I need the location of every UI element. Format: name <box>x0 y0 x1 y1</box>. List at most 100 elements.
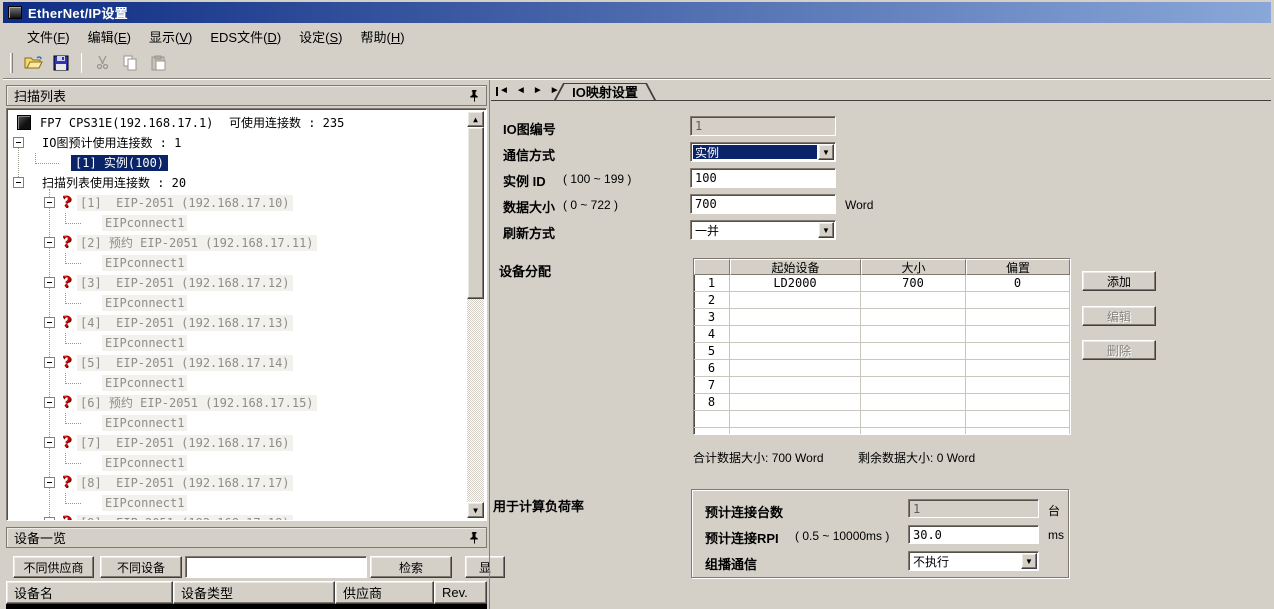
device-table-column-header[interactable]: Rev. <box>434 581 487 604</box>
scrollbar-thumb[interactable] <box>467 127 484 299</box>
dropdown-arrow-button[interactable]: ▼ <box>1021 553 1037 569</box>
alloc-column-header[interactable]: 偏置 <box>966 259 1070 275</box>
show-button-clipped[interactable]: 显 <box>465 556 505 578</box>
collapse-expander-icon[interactable] <box>44 237 55 248</box>
collapse-expander-icon[interactable] <box>44 357 55 368</box>
tab-scroll-next-button[interactable]: ► <box>533 86 543 96</box>
alloc-cell[interactable]: 3 <box>694 309 730 326</box>
alloc-cell[interactable] <box>861 428 966 435</box>
refresh-method-select[interactable]: 一并 ▼ <box>690 220 836 240</box>
device-table-column-header[interactable]: 设备名 <box>6 581 173 604</box>
search-button[interactable]: 检索 <box>370 556 452 578</box>
alloc-cell[interactable]: 1 <box>694 275 730 292</box>
menu-item-file[interactable]: 文件(F) <box>18 25 79 48</box>
scan-list-tree[interactable]: FP7 CPS31E(192.168.17.1)可使用连接数 : 235IO图预… <box>6 108 487 521</box>
alloc-table-row[interactable]: 6 <box>694 360 1070 377</box>
alloc-cell[interactable]: 0 <box>966 275 1070 292</box>
alloc-cell[interactable] <box>730 428 861 435</box>
dropdown-arrow-button[interactable]: ▼ <box>818 144 834 160</box>
collapse-expander-icon[interactable] <box>44 437 55 448</box>
scrollbar-up-button[interactable]: ▲ <box>467 111 484 127</box>
tab-io-mapping[interactable]: IO映射设置 <box>554 83 656 100</box>
tree-node-device[interactable]: [1] EIP-2051 (192.168.17.10) <box>77 195 293 211</box>
device-table-column-header[interactable]: 供应商 <box>335 581 434 604</box>
tree-node-connection[interactable]: EIPconnect1 <box>102 415 187 431</box>
alloc-table-row[interactable]: 3 <box>694 309 1070 326</box>
alloc-cell[interactable] <box>730 394 861 411</box>
tree-node-device[interactable]: [5] EIP-2051 (192.168.17.14) <box>77 355 293 371</box>
alloc-cell[interactable] <box>861 394 966 411</box>
alloc-cell[interactable] <box>966 360 1070 377</box>
by-device-button[interactable]: 不同设备 <box>100 556 182 578</box>
tree-node-device[interactable]: [9] EIP-2051 (192.168.17.18) <box>77 515 293 521</box>
tree-node-connection[interactable]: EIPconnect1 <box>102 335 187 351</box>
alloc-table-row[interactable]: 8 <box>694 394 1070 411</box>
tree-node-connection[interactable]: EIPconnect1 <box>102 375 187 391</box>
tree-scrollbar-track[interactable]: ▲ ▼ <box>467 111 484 518</box>
alloc-cell[interactable] <box>966 394 1070 411</box>
alloc-cell[interactable] <box>730 360 861 377</box>
multicast-select[interactable]: 不执行 ▼ <box>908 551 1039 571</box>
tree-node-device[interactable]: [2] 预约 EIP-2051 (192.168.17.11) <box>77 235 317 251</box>
tree-node-device[interactable]: [4] EIP-2051 (192.168.17.13) <box>77 315 293 331</box>
alloc-table-row[interactable] <box>694 411 1070 428</box>
alloc-cell[interactable] <box>694 411 730 428</box>
collapse-expander-icon[interactable] <box>13 137 24 148</box>
alloc-cell[interactable]: LD2000 <box>730 275 861 292</box>
expected-rpi-input[interactable]: 30.0 <box>908 525 1039 544</box>
alloc-cell[interactable] <box>966 292 1070 309</box>
tree-node-device[interactable]: [7] EIP-2051 (192.168.17.16) <box>77 435 293 451</box>
tree-node-connection[interactable]: EIPconnect1 <box>102 255 187 271</box>
alloc-table-row[interactable]: 7 <box>694 377 1070 394</box>
tree-node-device[interactable]: [3] EIP-2051 (192.168.17.12) <box>77 275 293 291</box>
tab-scroll-prev-button[interactable]: ◄ <box>516 86 526 96</box>
alloc-cell[interactable]: 4 <box>694 326 730 343</box>
alloc-cell[interactable] <box>730 326 861 343</box>
comm-method-select[interactable]: 实例 ▼ <box>690 142 836 162</box>
alloc-cell[interactable] <box>861 309 966 326</box>
tree-node-connection[interactable]: EIPconnect1 <box>102 215 187 231</box>
alloc-cell[interactable] <box>861 360 966 377</box>
menu-item-view[interactable]: 显示(V) <box>140 25 201 48</box>
alloc-cell[interactable] <box>694 428 730 435</box>
menu-item-eds-file[interactable]: EDS文件(D) <box>201 25 290 48</box>
alloc-cell[interactable] <box>861 411 966 428</box>
alloc-cell[interactable] <box>730 377 861 394</box>
save-button[interactable] <box>49 51 73 75</box>
device-allocation-table[interactable]: 起始设备大小偏置1LD200070002345678 <box>693 258 1071 435</box>
tree-node-device[interactable]: [8] EIP-2051 (192.168.17.17) <box>77 475 293 491</box>
tree-node-connection[interactable]: EIPconnect1 <box>102 495 187 511</box>
tree-node-device[interactable]: [6] 预约 EIP-2051 (192.168.17.15) <box>77 395 317 411</box>
pin-icon[interactable] <box>470 532 479 544</box>
collapse-expander-icon[interactable] <box>44 477 55 488</box>
alloc-table-row[interactable]: 4 <box>694 326 1070 343</box>
collapse-expander-icon[interactable] <box>44 197 55 208</box>
alloc-cell[interactable] <box>966 428 1070 435</box>
menu-item-help[interactable]: 帮助(H) <box>352 25 414 48</box>
alloc-cell[interactable] <box>861 326 966 343</box>
toolbar-grip[interactable] <box>10 53 13 73</box>
alloc-cell[interactable] <box>966 309 1070 326</box>
pin-icon[interactable] <box>470 90 479 102</box>
tree-node-connection[interactable]: EIPconnect1 <box>102 455 187 471</box>
open-file-button[interactable] <box>21 51 45 75</box>
alloc-column-header[interactable] <box>694 259 730 275</box>
alloc-cell[interactable] <box>730 292 861 309</box>
panel-splitter[interactable] <box>489 80 490 609</box>
alloc-cell[interactable] <box>730 411 861 428</box>
dropdown-arrow-button[interactable]: ▼ <box>818 222 834 238</box>
alloc-cell[interactable] <box>861 377 966 394</box>
alloc-table-row[interactable] <box>694 428 1070 435</box>
alloc-column-header[interactable]: 大小 <box>861 259 966 275</box>
alloc-table-row[interactable]: 5 <box>694 343 1070 360</box>
collapse-expander-icon[interactable] <box>44 277 55 288</box>
tree-node-label[interactable]: IO图预计使用连接数 : 1 <box>42 135 181 151</box>
tree-node-connection[interactable]: EIPconnect1 <box>102 295 187 311</box>
alloc-cell[interactable] <box>861 292 966 309</box>
tree-node-label[interactable]: 扫描列表使用连接数 : 20 <box>42 175 186 191</box>
device-search-input[interactable] <box>185 556 367 578</box>
device-table-column-header[interactable]: 设备类型 <box>173 581 335 604</box>
alloc-cell[interactable]: 7 <box>694 377 730 394</box>
alloc-cell[interactable] <box>966 411 1070 428</box>
alloc-cell[interactable]: 8 <box>694 394 730 411</box>
